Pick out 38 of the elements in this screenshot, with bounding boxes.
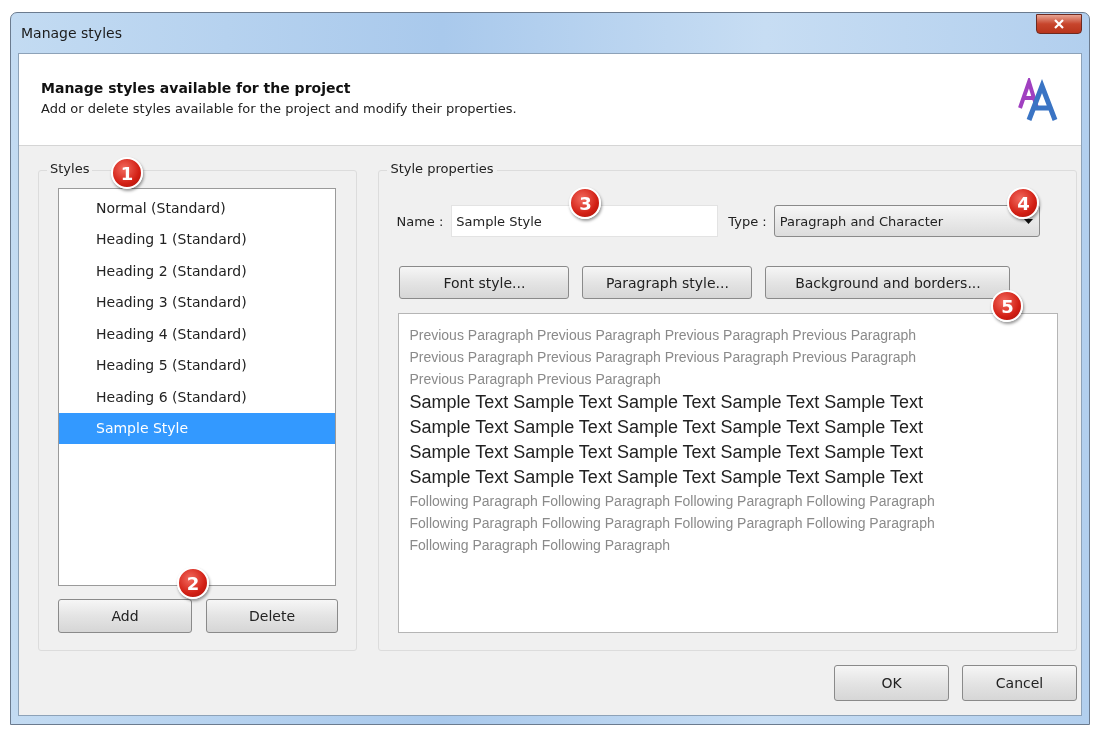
background-borders-button[interactable]: Background and borders... [765,266,1011,299]
preview-paragraph-line: Following Paragraph Following Paragraph Following Paragraph Following Paragraph [409,492,936,511]
delete-button[interactable]: Delete [206,599,338,633]
preview-paragraph-line: Previous Paragraph Previous Paragraph Previous Paragraph Previous Paragraph [409,326,918,345]
type-label: Type : [728,213,767,229]
sample-text-line: Sample Text Sample Text Sample Text Sample Text Sample Text [409,441,925,464]
cancel-button[interactable]: Cancel [962,665,1077,701]
style-list-item[interactable]: Heading 1 (Standard) [59,223,336,255]
group-label: Styles [47,161,93,176]
sample-text-line: Sample Text Sample Text Sample Text Sample Text Sample Text [409,466,925,489]
close-button[interactable] [1036,14,1082,34]
font-style-button[interactable]: Font style... [399,266,570,299]
callout-badge: 4 [1007,187,1040,219]
add-button[interactable]: Add [58,599,192,633]
style-list-item[interactable]: Heading 3 (Standard) [59,286,336,318]
preview-paragraph-line: Previous Paragraph Previous Paragraph Previous Paragraph Previous Paragraph [409,348,918,367]
sample-text-line: Sample Text Sample Text Sample Text Sample Text Sample Text [409,416,925,439]
style-list-item[interactable]: Heading 6 (Standard) [59,381,336,413]
preview-paragraph-line: Following Paragraph Following Paragraph Following Paragraph Following Paragraph [409,514,936,533]
sample-text-line: Sample Text Sample Text Sample Text Sample Text Sample Text [409,391,925,414]
name-label: Name : [396,213,444,229]
style-list-item[interactable]: Normal (Standard) [59,192,336,224]
window-title: Manage styles [21,25,122,41]
paragraph-style-button[interactable]: Paragraph style... [582,266,753,299]
dropdown-arrow-icon [1023,218,1033,224]
close-icon [1053,19,1065,29]
callout-badge: 3 [569,187,602,219]
group-label: Style properties [387,161,497,176]
preview-paragraph-line: Following Paragraph Following Paragraph [409,536,672,555]
callout-badge: 1 [111,157,143,189]
callout-badge: 2 [177,567,209,599]
preview-paragraph-line: Previous Paragraph Previous Paragraph [409,370,662,389]
style-list-item[interactable]: Heading 5 (Standard) [59,349,336,381]
ok-button[interactable]: OK [834,665,949,701]
style-list-item[interactable]: Heading 4 (Standard) [59,318,336,350]
style-list-item[interactable]: Heading 2 (Standard) [59,255,336,287]
header-subtitle: Add or delete styles available for the project and modify their properties. [41,101,517,116]
header-title: Manage styles available for the project [41,80,352,96]
